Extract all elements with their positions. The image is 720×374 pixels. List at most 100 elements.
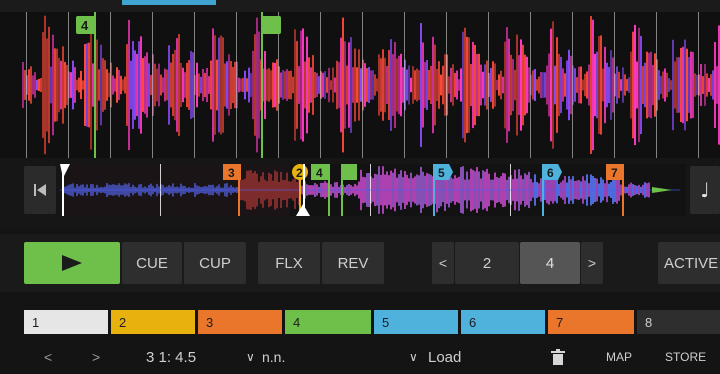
- hotcue-6-button[interactable]: 6: [461, 310, 545, 334]
- cue-button[interactable]: CUE: [122, 242, 182, 284]
- play-button[interactable]: [24, 242, 120, 284]
- key-dropdown-chevron-icon[interactable]: ∨: [246, 340, 255, 374]
- waveform-bar: [40, 78, 42, 92]
- next-page-button[interactable]: >: [92, 340, 100, 374]
- map-button[interactable]: MAP: [606, 340, 632, 374]
- waveform-bar: [650, 51, 652, 119]
- waveform-bar: [306, 36, 308, 134]
- waveform-bar: [308, 57, 310, 113]
- waveform-bar: [82, 80, 84, 90]
- waveform-bar: [140, 36, 142, 134]
- waveform-bar: [444, 54, 446, 116]
- waveform-bar: [326, 77, 328, 93]
- waveform-bar: [526, 56, 528, 114]
- waveform-bar: [250, 73, 252, 97]
- waveform-bar: [538, 76, 540, 94]
- waveform-bar: [164, 68, 166, 102]
- skip-to-start-icon: [34, 184, 46, 196]
- waveform-bar: [556, 37, 558, 133]
- hotcue-2-button[interactable]: 2: [111, 310, 195, 334]
- track-info-button[interactable]: ♩: [690, 166, 720, 214]
- waveform-bar: [202, 68, 204, 102]
- prev-page-button[interactable]: <: [44, 340, 52, 374]
- waveform-bar: [462, 31, 464, 139]
- waveform-bar: [552, 21, 554, 149]
- jump-2-button[interactable]: 2: [455, 242, 519, 284]
- waveform-bar: [616, 66, 618, 104]
- hotcue-4-button[interactable]: 4: [285, 310, 371, 334]
- waveform-bar: [672, 39, 674, 131]
- waveform-bar: [510, 54, 512, 116]
- waveform-bar: [564, 73, 566, 97]
- key-readout[interactable]: n.n.: [262, 340, 285, 374]
- waveform-bar: [356, 67, 358, 103]
- waveform-bar: [368, 67, 370, 103]
- active-button[interactable]: ACTIVE: [658, 242, 720, 284]
- trash-icon: [551, 349, 565, 365]
- waveform-bar: [506, 27, 508, 143]
- waveform-bar: [646, 51, 648, 119]
- waveform-bar: [472, 41, 474, 129]
- main-cue-flag[interactable]: [261, 16, 281, 34]
- waveform-bar: [700, 64, 702, 106]
- overview-cue-unnamed[interactable]: [343, 164, 357, 180]
- waveform-bar: [470, 64, 472, 106]
- waveform-bar: [62, 46, 64, 124]
- waveform-bar: [156, 68, 158, 102]
- reverse-button[interactable]: REV: [322, 242, 384, 284]
- waveform-bar: [86, 43, 88, 127]
- deck-top-strip: [0, 0, 720, 12]
- hotcue-8-button[interactable]: 8: [637, 310, 720, 334]
- cup-button[interactable]: CUP: [184, 242, 246, 284]
- waveform-bar: [136, 53, 138, 117]
- store-button[interactable]: STORE: [665, 340, 706, 374]
- back-to-start-button[interactable]: [24, 166, 56, 214]
- waveform-bar: [32, 75, 34, 95]
- jump-size-next-button[interactable]: >: [581, 242, 603, 284]
- delete-cue-button[interactable]: [551, 340, 565, 374]
- waveform-bar: [28, 69, 30, 101]
- waveform-bar: [168, 45, 170, 125]
- hotcue-1-button[interactable]: 1: [24, 310, 108, 334]
- waveform-bar: [544, 72, 546, 98]
- waveform-bar: [232, 66, 234, 104]
- waveform-bar: [590, 16, 592, 154]
- waveform-bar: [348, 42, 350, 128]
- waveform-bar: [400, 53, 402, 117]
- waveform-bar: [402, 67, 404, 103]
- waveform-bar: [270, 70, 272, 100]
- waveform-bar: [528, 67, 530, 103]
- waveform-bar: [578, 66, 580, 104]
- waveform-bar: [454, 72, 456, 98]
- waveform-bar: [460, 68, 462, 102]
- waveform-bar: [206, 67, 208, 103]
- waveform-bar: [478, 53, 480, 117]
- waveform-bar: [496, 79, 498, 91]
- beat-grid-line: [656, 12, 657, 158]
- waveform-bar: [608, 66, 610, 104]
- waveform-bar: [160, 74, 162, 96]
- waveform-bar: [450, 67, 452, 103]
- waveform-bar: [366, 68, 368, 102]
- waveform-bar: [132, 41, 134, 129]
- hotcue-3-button[interactable]: 3: [198, 310, 282, 334]
- waveform-bar: [512, 59, 514, 111]
- jump-4-button[interactable]: 4: [520, 242, 580, 284]
- waveform-bar: [628, 77, 630, 93]
- beat-grid-line: [320, 12, 321, 158]
- hotcue-5-button[interactable]: 5: [374, 310, 458, 334]
- waveform-bar: [300, 30, 302, 140]
- overview-waveform[interactable]: 3 2 4 5 6 7: [60, 158, 686, 222]
- waveform-bar: [562, 68, 564, 102]
- load-menu-button[interactable]: Load: [428, 340, 461, 374]
- main-waveform[interactable]: 4: [0, 12, 720, 158]
- waveform-bar: [686, 48, 688, 122]
- beat-grid-line: [572, 12, 573, 158]
- play-icon: [62, 255, 82, 271]
- hotcue-7-button[interactable]: 7: [548, 310, 634, 334]
- flux-button[interactable]: FLX: [258, 242, 320, 284]
- waveform-bar: [594, 53, 596, 117]
- waveform-bar: [238, 77, 240, 93]
- load-dropdown-chevron-icon[interactable]: ∨: [409, 340, 418, 374]
- jump-size-prev-button[interactable]: <: [432, 242, 454, 284]
